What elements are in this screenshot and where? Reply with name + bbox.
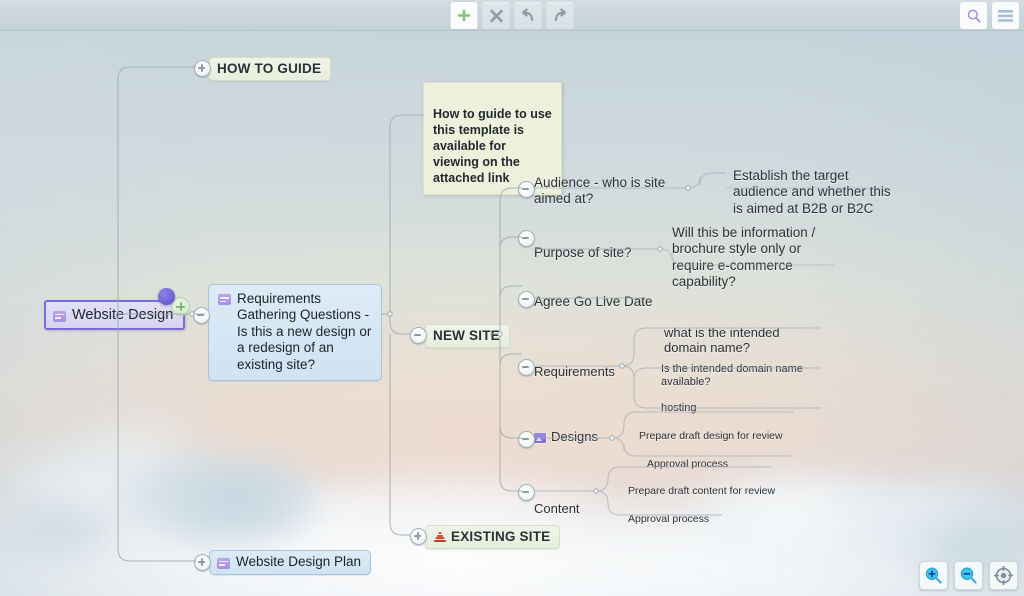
node-content-draft[interactable]: Prepare draft content for review	[628, 472, 793, 497]
node-designs[interactable]: Designs	[534, 429, 598, 445]
node-label: Requirements	[534, 363, 615, 379]
node-purpose-of-site[interactable]: Purpose of site?	[534, 229, 674, 261]
node-new-site[interactable]: NEW SITE	[425, 324, 510, 348]
node-label: Approval process	[647, 457, 729, 470]
node-website-design-plan[interactable]: Website Design Plan	[209, 550, 372, 576]
toolbar-right-group	[960, 2, 1019, 29]
mindmap-canvas[interactable]: Website Design HOW TO GUIDE Website Desi…	[0, 0, 1024, 596]
node-label: Content	[534, 500, 580, 516]
node-requirements[interactable]: Requirements	[534, 348, 644, 379]
undo-button[interactable]	[514, 2, 542, 29]
node-label: HOW TO GUIDE	[217, 61, 322, 76]
node-label: hosting	[661, 402, 697, 415]
node-requirements-gathering[interactable]: Requirements Gathering Questions - Is th…	[208, 284, 382, 382]
note-icon	[218, 294, 231, 305]
zoom-out-icon	[960, 567, 977, 584]
node-content[interactable]: Content	[534, 485, 624, 516]
node-audience[interactable]: Audience - who is site aimed at?	[534, 159, 684, 208]
new-site-collapse-toggle[interactable]	[410, 327, 427, 344]
node-hosting[interactable]: hosting	[661, 389, 781, 415]
note-icon	[217, 557, 230, 569]
node-domain-name[interactable]: what is the intended domain name?	[664, 309, 814, 356]
node-label: Prepare draft content for review	[628, 484, 776, 497]
node-designs-draft[interactable]: Prepare draft design for review	[639, 417, 799, 442]
node-audience-detail[interactable]: Establish the target audience and whethe…	[733, 152, 893, 217]
node-label: Purpose of site?	[534, 245, 632, 261]
node-label: Approval process	[628, 512, 710, 525]
node-label: Is the intended domain name available?	[661, 363, 803, 389]
node-existing-site[interactable]: EXISTING SITE	[425, 525, 561, 549]
plus-icon	[458, 9, 470, 22]
target-center-icon	[994, 566, 1013, 585]
search-icon	[967, 9, 980, 22]
note-icon	[53, 310, 66, 322]
node-label: Website Design Plan	[236, 554, 362, 569]
mindmap-application: Website Design HOW TO GUIDE Website Desi…	[0, 0, 1024, 596]
audience-collapse-toggle[interactable]	[518, 181, 535, 198]
node-label: EXISTING SITE	[451, 529, 551, 544]
top-toolbar	[0, 0, 1024, 31]
node-content-approval[interactable]: Approval process	[628, 500, 768, 525]
node-label: Agree Go Live Date	[534, 294, 653, 310]
zoom-in-button[interactable]	[919, 561, 948, 590]
hamburger-menu-icon	[998, 9, 1013, 22]
how-to-guide-expand-toggle[interactable]	[194, 60, 211, 77]
node-label: Prepare draft design for review	[639, 429, 783, 442]
node-label: Website Design	[72, 307, 174, 323]
go-live-date-toggle[interactable]	[518, 291, 535, 308]
root-collapse-toggle[interactable]	[193, 307, 210, 324]
toolbar-center-group	[450, 2, 574, 29]
existing-site-expand-toggle[interactable]	[410, 528, 427, 545]
content-collapse-toggle[interactable]	[518, 484, 535, 501]
redo-icon	[554, 8, 566, 22]
node-how-to-guide[interactable]: HOW TO GUIDE	[209, 57, 332, 81]
node-label: NEW SITE	[433, 328, 500, 343]
delete-node-button[interactable]	[482, 2, 510, 29]
zoom-controls	[919, 561, 1018, 590]
menu-button[interactable]	[992, 2, 1019, 29]
purpose-collapse-toggle[interactable]	[518, 230, 535, 247]
priority-icon	[433, 531, 446, 543]
image-attachment-icon	[534, 432, 546, 443]
root-drag-handle[interactable]	[158, 288, 175, 305]
zoom-out-button[interactable]	[954, 561, 983, 590]
node-label: Requirements Gathering Questions - Is th…	[237, 291, 372, 372]
undo-icon	[522, 8, 534, 22]
node-domain-available[interactable]: Is the intended domain name available?	[661, 350, 826, 390]
search-button[interactable]	[960, 2, 987, 29]
node-label: Audience - who is site aimed at?	[534, 175, 666, 207]
add-node-button[interactable]	[450, 2, 478, 29]
designs-collapse-toggle[interactable]	[518, 431, 535, 448]
center-map-button[interactable]	[989, 561, 1018, 590]
node-agree-go-live-date[interactable]: Agree Go Live Date	[534, 278, 704, 310]
zoom-in-icon	[925, 567, 942, 584]
website-design-plan-expand-toggle[interactable]	[194, 554, 211, 571]
node-designs-approval[interactable]: Approval process	[647, 445, 787, 470]
close-icon	[489, 9, 503, 22]
redo-button[interactable]	[546, 2, 574, 29]
node-label: Designs	[551, 429, 598, 444]
requirements-collapse-toggle[interactable]	[518, 359, 535, 376]
